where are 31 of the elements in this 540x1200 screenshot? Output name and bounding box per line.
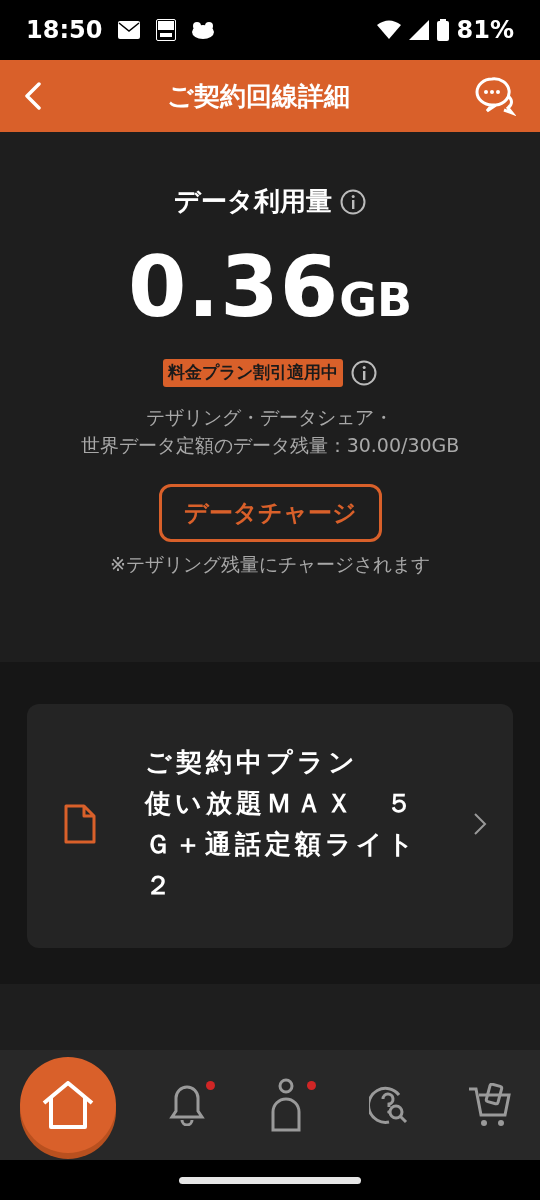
- usage-unit: GB: [339, 272, 413, 329]
- battery-icon: [436, 19, 449, 41]
- info-icon[interactable]: [340, 188, 366, 215]
- document-icon: [63, 803, 97, 845]
- cart-icon: [467, 1083, 512, 1127]
- frog-icon: [192, 21, 215, 39]
- wifi-icon: [376, 20, 401, 40]
- usage-amount: 0.36: [127, 245, 340, 329]
- wallet-app-icon: [156, 19, 177, 41]
- home-handle[interactable]: [179, 1176, 361, 1184]
- discount-badge: 料金プラン割引適用中: [163, 359, 343, 387]
- bell-icon: [169, 1084, 206, 1126]
- battery-level: 81%: [456, 15, 514, 46]
- data-charge-button[interactable]: データチャージ: [158, 483, 382, 542]
- chevron-right-icon: [473, 812, 487, 836]
- charge-note: ※テザリング残量にチャージされます: [110, 551, 430, 577]
- home-icon: [41, 1081, 96, 1129]
- plan-label: ご契約中プラン: [145, 746, 360, 779]
- help-search-icon: [368, 1085, 409, 1125]
- page-title: ご契約回線詳細: [166, 79, 350, 113]
- plan-card[interactable]: ご契約中プラン 使い放題ＭＡＸ ５Ｇ＋通話定額ライト２: [27, 704, 513, 948]
- info-icon[interactable]: [351, 359, 377, 386]
- chat-icon[interactable]: [474, 76, 516, 116]
- back-icon[interactable]: [24, 82, 42, 110]
- plan-name: 使い放題ＭＡＸ ５Ｇ＋通話定額ライト２: [145, 787, 419, 902]
- mail-icon: [118, 21, 141, 39]
- remaining-data-text: 世界データ定額のデータ残量：30.00/30GB: [80, 433, 460, 458]
- remaining-data-text: テザリング・データシェア・: [146, 404, 394, 430]
- status-time: 18:50: [26, 15, 103, 46]
- signal-icon: [408, 20, 429, 40]
- section-title: データ利用量: [174, 185, 332, 218]
